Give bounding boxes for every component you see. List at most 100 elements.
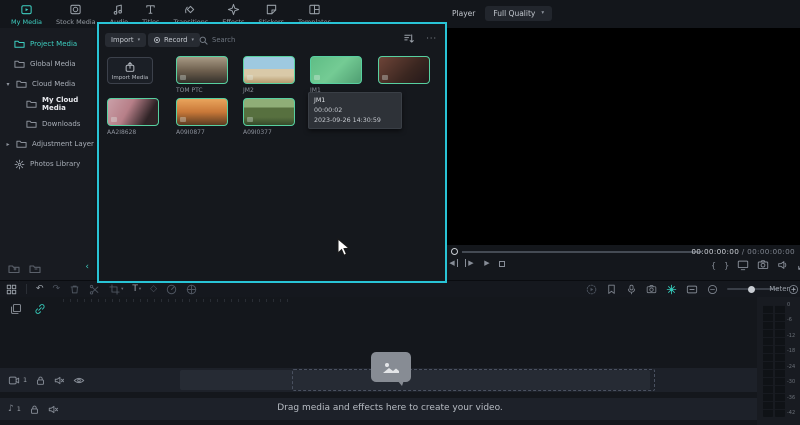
- manage-tracks-icon[interactable]: [10, 303, 22, 315]
- clip-thumbnail[interactable]: [243, 56, 295, 84]
- zoom-out-icon[interactable]: [707, 284, 718, 295]
- clip-type-badge: [180, 75, 186, 80]
- mouse-cursor: [337, 238, 350, 257]
- more-options-icon[interactable]: ···: [426, 34, 437, 43]
- meter-toggle[interactable]: Meter ▴: [769, 281, 795, 297]
- sidebar-item-project-media[interactable]: Project Media: [0, 34, 95, 54]
- timecode: 00:00:00:00 / 00:00:00:00: [691, 247, 795, 256]
- tab-stock-media[interactable]: Stock Media: [49, 0, 103, 28]
- render-preview-icon[interactable]: [586, 284, 597, 295]
- sidebar-item-cloud-media[interactable]: ▾ Cloud Media: [0, 74, 95, 94]
- marker-icon[interactable]: [606, 284, 617, 295]
- folder-icon: [16, 139, 27, 149]
- mark-out-button[interactable]: }: [724, 261, 729, 270]
- clip-name: AA2I8628: [107, 129, 159, 136]
- total-time: 00:00:00:00: [747, 247, 795, 256]
- sidebar-label: Cloud Media: [32, 80, 75, 88]
- media-clip: TOM PTC: [176, 56, 228, 94]
- link-clips-icon[interactable]: [34, 303, 46, 315]
- display-mode-icon[interactable]: [737, 259, 749, 271]
- hide-track-eye-icon[interactable]: [73, 375, 85, 386]
- clip-thumbnail[interactable]: [176, 98, 228, 126]
- mute-track-icon[interactable]: [54, 375, 65, 386]
- video-track-icon: [8, 375, 20, 386]
- titles-icon: [144, 3, 157, 16]
- media-clip: [378, 56, 430, 87]
- auto-ripple-icon[interactable]: [666, 284, 677, 295]
- clip-thumbnail[interactable]: [243, 98, 295, 126]
- new-folder-icon[interactable]: [8, 264, 20, 274]
- slider-handle[interactable]: [748, 286, 755, 293]
- meter-tick: -6: [787, 317, 799, 323]
- quality-dropdown[interactable]: Full Quality ▾: [485, 6, 552, 21]
- keyframe-icon[interactable]: ◇: [150, 285, 157, 294]
- clip-thumbnail[interactable]: [176, 56, 228, 84]
- import-media-tile[interactable]: Import Media: [107, 57, 153, 84]
- redo-icon[interactable]: ↷: [53, 285, 61, 294]
- collapse-sidebar-icon[interactable]: ‹: [85, 262, 89, 272]
- clip-thumbnail[interactable]: [378, 56, 430, 84]
- lock-icon[interactable]: [35, 375, 46, 386]
- snapshot-icon[interactable]: [646, 284, 657, 295]
- clip-type-badge: [382, 75, 388, 80]
- record-dropdown-button[interactable]: Record ▾: [148, 33, 200, 47]
- clip-type-badge: [247, 117, 253, 122]
- delete-folder-icon[interactable]: [29, 264, 41, 274]
- import-tile-label: Import Media: [112, 75, 149, 81]
- mark-in-button[interactable]: {: [711, 261, 716, 270]
- clip-name: JM2: [243, 87, 295, 94]
- sidebar-label: Downloads: [42, 120, 80, 128]
- seek-handle[interactable]: [451, 248, 458, 255]
- sidebar-item-adjustment-layer[interactable]: ▸ Adjustment Layer: [0, 134, 95, 154]
- track-manage-icons: [10, 303, 46, 315]
- stop-button[interactable]: [499, 261, 505, 267]
- clip-type-badge: [111, 117, 117, 122]
- media-library-panel: Import ▾ Record ▾ ··· Import Media TOM P…: [97, 22, 447, 283]
- zoom-to-fit-icon[interactable]: [686, 284, 698, 295]
- timeline-ruler[interactable]: [63, 299, 293, 302]
- next-frame-button[interactable]: ▶: [465, 259, 475, 267]
- search-input[interactable]: [212, 36, 292, 44]
- video-editor-window: My Media Stock Media Audio Titles Transi…: [0, 0, 800, 425]
- templates-icon: [308, 3, 321, 16]
- split-scissors-icon[interactable]: [89, 284, 100, 295]
- sort-filter-icon[interactable]: [403, 33, 414, 44]
- volume-icon[interactable]: [777, 259, 789, 271]
- sidebar-item-downloads[interactable]: Downloads: [0, 114, 95, 134]
- previous-frame-button[interactable]: ◀: [448, 259, 458, 267]
- meter-tick: -30: [787, 379, 799, 385]
- play-button[interactable]: ▶: [482, 259, 492, 267]
- clip-thumbnail[interactable]: [310, 56, 362, 84]
- text-tool[interactable]: T ▾: [132, 284, 141, 294]
- sidebar-item-photos-library[interactable]: Photos Library: [0, 154, 95, 174]
- tooltip-datetime: 2023-09-26 14:30:59: [314, 116, 396, 126]
- clip-tooltip: JM1 00:00:02 2023-09-26 14:30:59: [308, 92, 402, 129]
- meter-tick: -36: [787, 395, 799, 401]
- seek-track[interactable]: [462, 251, 702, 253]
- speed-icon[interactable]: [166, 284, 177, 295]
- undo-icon[interactable]: ↶: [36, 285, 44, 294]
- folder-icon: [14, 59, 25, 69]
- voiceover-mic-icon[interactable]: [626, 284, 637, 295]
- preview-viewport[interactable]: [447, 28, 800, 245]
- media-view-icon[interactable]: [6, 284, 17, 295]
- sidebar-item-my-cloud-media[interactable]: My Cloud Media: [0, 94, 95, 114]
- sidebar-item-global-media[interactable]: Global Media: [0, 54, 95, 74]
- clip-thumbnail[interactable]: [107, 98, 159, 126]
- snapshot-camera-icon[interactable]: [757, 259, 769, 271]
- import-dropdown-button[interactable]: Import ▾: [105, 33, 146, 47]
- drop-target-outline[interactable]: [292, 369, 655, 391]
- media-clip: JM1: [310, 56, 362, 94]
- render-icon[interactable]: [186, 284, 197, 295]
- media-clip: A09I0877: [176, 98, 228, 136]
- delete-icon[interactable]: [69, 284, 80, 295]
- folder-icon: [26, 99, 37, 109]
- crop-tool[interactable]: ▾: [109, 284, 123, 295]
- sidebar-label: Adjustment Layer: [32, 140, 94, 148]
- meter-tick: -18: [787, 348, 799, 354]
- timeline-drop-hint: Drag media and effects here to create yo…: [0, 403, 780, 413]
- meter-tick: -42: [787, 410, 799, 416]
- tab-my-media[interactable]: My Media: [4, 0, 49, 28]
- record-label: Record: [164, 36, 187, 44]
- timeline-panel: 1 ♪ 1 Drag media and effects here to cre…: [0, 297, 800, 425]
